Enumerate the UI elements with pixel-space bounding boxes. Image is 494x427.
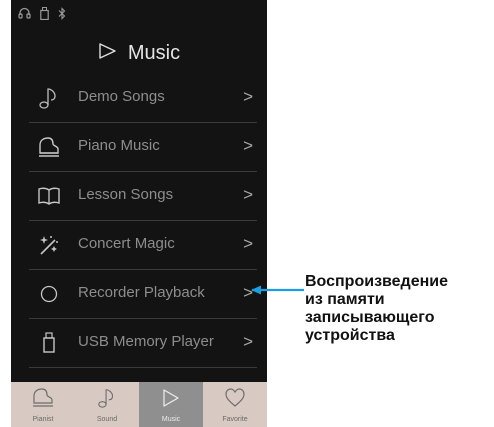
menu-item-label: USB Memory Player xyxy=(78,333,214,350)
open-book-icon xyxy=(37,184,61,208)
chevron-right-icon: > xyxy=(243,87,253,106)
menu-item-recorder-playback[interactable]: Recorder Playback > xyxy=(29,270,257,319)
menu-item-label: Lesson Songs xyxy=(78,186,174,203)
tab-label: Sound xyxy=(96,416,118,423)
music-note-icon xyxy=(37,86,61,110)
tab-sound[interactable]: Sound xyxy=(75,382,139,427)
usb-drive-icon xyxy=(37,331,61,355)
callout-line: записывающего xyxy=(305,309,435,326)
grand-piano-icon xyxy=(31,387,55,414)
headphones-icon xyxy=(18,7,31,19)
menu-item-label: Piano Music xyxy=(78,137,160,154)
play-outline-icon xyxy=(98,42,118,65)
callout-text: Воспроизведение из памяти записывающего … xyxy=(305,273,448,345)
menu-item-label: Concert Magic xyxy=(78,235,175,252)
usb-icon xyxy=(40,6,49,20)
tab-label: Pianist xyxy=(32,416,54,423)
header: Music xyxy=(11,38,267,68)
menu-item-demo-songs[interactable]: Demo Songs > xyxy=(29,74,257,123)
music-note-icon xyxy=(96,387,118,414)
tab-music[interactable]: Music xyxy=(139,382,203,427)
menu-item-concert-magic[interactable]: Concert Magic > xyxy=(29,221,257,270)
piano-app-screen: Music Demo Songs > Piano Music > Lesson … xyxy=(11,0,267,427)
music-menu: Demo Songs > Piano Music > Lesson Songs … xyxy=(29,74,257,368)
tab-favorite[interactable]: Favorite xyxy=(203,382,267,427)
menu-item-piano-music[interactable]: Piano Music > xyxy=(29,123,257,172)
circle-icon xyxy=(37,282,61,306)
tab-pianist[interactable]: Pianist xyxy=(11,382,75,427)
tab-label: Favorite xyxy=(222,416,248,423)
magic-sparkle-icon xyxy=(37,233,61,257)
menu-item-usb-memory-player[interactable]: USB Memory Player > xyxy=(29,319,257,368)
grand-piano-icon xyxy=(37,135,61,159)
chevron-right-icon: > xyxy=(243,185,253,204)
menu-item-lesson-songs[interactable]: Lesson Songs > xyxy=(29,172,257,221)
chevron-right-icon: > xyxy=(243,136,253,155)
callout-line: из памяти xyxy=(305,291,385,308)
callout-line: устройства xyxy=(305,327,395,344)
play-outline-icon xyxy=(160,387,182,414)
menu-item-label: Recorder Playback xyxy=(78,284,205,301)
status-bar xyxy=(18,6,66,20)
callout-arrow xyxy=(251,285,304,295)
callout-line: Воспроизведение xyxy=(305,273,448,290)
menu-item-label: Demo Songs xyxy=(78,88,165,105)
bluetooth-icon xyxy=(58,6,66,20)
bottom-tab-bar: Pianist Sound Music Favorite xyxy=(11,382,267,427)
tab-label: Music xyxy=(161,416,181,423)
page-title: Music xyxy=(127,41,181,64)
chevron-right-icon: > xyxy=(243,332,253,351)
chevron-right-icon: > xyxy=(243,234,253,253)
heart-icon xyxy=(224,387,246,414)
